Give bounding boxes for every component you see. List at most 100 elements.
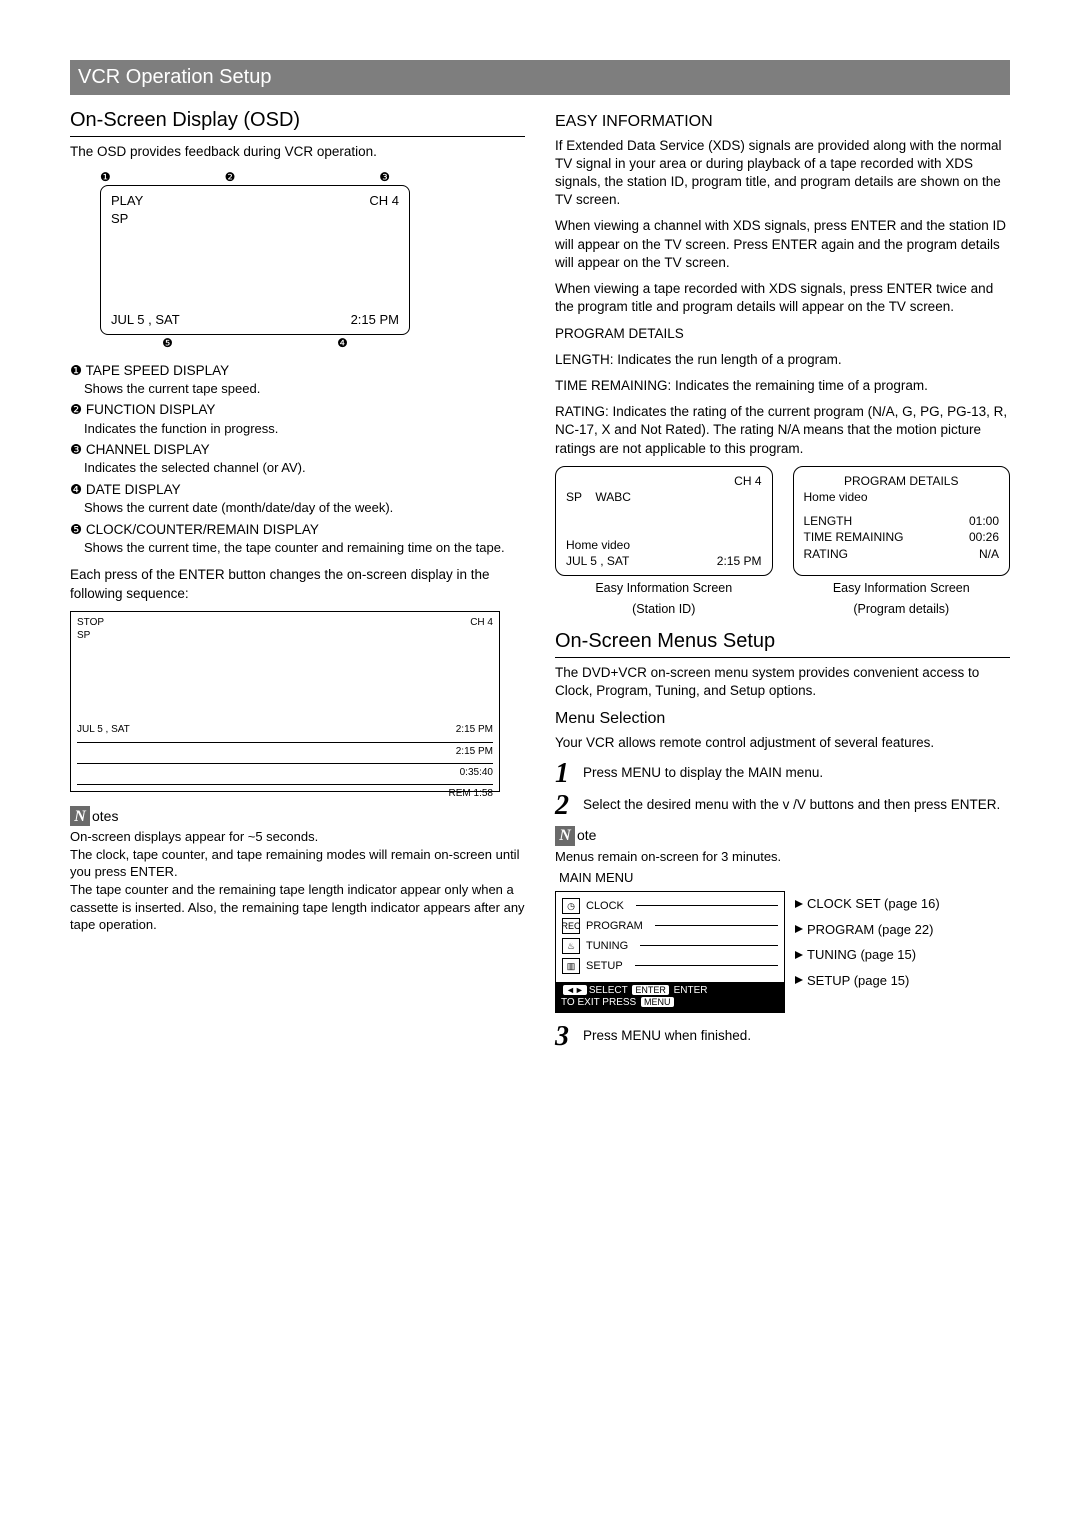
clock-icon: ◷ — [562, 898, 580, 914]
seq-rem: REM 1:58 — [449, 787, 493, 801]
step-3-text: Press MENU when finished. — [583, 1023, 751, 1051]
note-body: Menus remain on-screen for 3 minutes. — [555, 848, 1010, 866]
menu-item-label: PROGRAM — [586, 919, 643, 934]
menu-footer: ◄►SELECT ENTER ENTER TO EXIT PRESS MENU — [556, 982, 784, 1012]
notes-heading: N otes — [70, 806, 525, 826]
arrow-icon — [795, 976, 803, 984]
step-1-text: Press MENU to display the MAIN menu. — [583, 760, 823, 788]
program-details-head: PROGRAM DETAILS — [555, 325, 1010, 343]
osd-figure: ❶ ❷ ❸ PLAY CH 4 SP JUL 5 , SAT 2:15 PM ❺… — [100, 169, 525, 351]
step-2-text: Select the desired menu with the v /V bu… — [583, 792, 1000, 820]
def-body: Shows the current tape speed. — [84, 380, 525, 398]
menu-ref-label: PROGRAM (page 22) — [807, 921, 933, 939]
sequence-intro: Each press of the ENTER button changes t… — [70, 566, 525, 602]
nav-arrows-icon: ◄► — [563, 985, 587, 995]
sequence-figure: STOP SP CH 4 JUL 5 , SAT 2:15 PM 2:15 PM… — [70, 611, 500, 793]
right-column: EASY INFORMATION If Extended Data Servic… — [555, 107, 1010, 1055]
info1-ch: CH 4 — [734, 473, 761, 489]
info2-caption1: Easy Information Screen — [793, 580, 1011, 597]
seq-ch: CH 4 — [470, 616, 493, 643]
def-num: ❹ — [70, 482, 82, 497]
def-head: CLOCK/COUNTER/REMAIN DISPLAY — [86, 522, 319, 537]
main-menu-figure: ◷CLOCK REC PROGRAM ♨ TUNING ▥SETUP ◄►SELEC… — [555, 891, 1010, 1013]
info1-title: Home video — [566, 537, 762, 553]
footer-exit: TO EXIT PRESS — [561, 997, 636, 1008]
menu-selection-intro: Your VCR allows remote control adjustmen… — [555, 734, 1010, 752]
def-body: Indicates the function in progress. — [84, 420, 525, 438]
main-menu-box: ◷CLOCK REC PROGRAM ♨ TUNING ▥SETUP ◄►SELEC… — [555, 891, 785, 1013]
info1-caption2: (Station ID) — [555, 601, 773, 618]
menu-item-label: TUNING — [586, 939, 628, 954]
def-head: CHANNEL DISPLAY — [86, 442, 210, 457]
info1-caption1: Easy Information Screen — [555, 580, 773, 597]
menu-item-tuning: ♨ TUNING — [562, 938, 778, 954]
notes-body: On-screen displays appear for ~5 seconds… — [70, 828, 525, 933]
menu-selection-title: Menu Selection — [555, 708, 1010, 730]
info2-head: PROGRAM DETAILS — [804, 473, 1000, 489]
pd-length: LENGTH: Indicates the run length of a pr… — [555, 351, 1010, 369]
rec-icon: REC — [562, 918, 580, 934]
notes-n-icon: N — [70, 806, 90, 826]
info2-length-v: 01:00 — [969, 513, 999, 529]
osd-sp: SP — [111, 210, 399, 228]
def-num: ❸ — [70, 442, 82, 457]
info1-station: WABC — [595, 490, 631, 504]
left-column: On-Screen Display (OSD) The OSD provides… — [70, 107, 525, 1055]
def-num: ❺ — [70, 522, 82, 537]
osd-intro: The OSD provides feedback during VCR ope… — [70, 143, 525, 161]
callout-4: ❹ — [275, 335, 410, 351]
osd-play: PLAY — [111, 192, 143, 210]
menu-item-setup: ▥SETUP — [562, 958, 778, 974]
seq-date: JUL 5 , SAT — [77, 723, 130, 737]
seq-stop: STOP — [77, 616, 104, 630]
menu-ref-setup: SETUP (page 15) — [795, 972, 940, 990]
osd-box: PLAY CH 4 SP JUL 5 , SAT 2:15 PM — [100, 185, 410, 335]
menu-ref-program: PROGRAM (page 22) — [795, 921, 940, 939]
enter-pill: ENTER — [632, 985, 669, 995]
seq-time1: 2:15 PM — [456, 723, 493, 737]
note-n-icon: N — [555, 826, 575, 846]
seq-time2: 2:15 PM — [456, 745, 493, 759]
def-num: ❶ — [70, 363, 82, 378]
setup-icon: ▥ — [562, 958, 580, 974]
menu-ref-label: SETUP (page 15) — [807, 972, 909, 990]
menu-ref-tuning: TUNING (page 15) — [795, 946, 940, 964]
footer-select: SELECT — [589, 985, 628, 996]
info-screen-station: CH 4 SP WABC Home video JUL 5 , SAT 2:15… — [555, 466, 773, 576]
easy-p3: When viewing a tape recorded with XDS si… — [555, 280, 1010, 316]
info2-rating-v: N/A — [979, 546, 999, 562]
arrow-icon — [795, 925, 803, 933]
def-num: ❷ — [70, 402, 82, 417]
info-screen-details: PROGRAM DETAILS Home video LENGTH01:00 T… — [793, 466, 1011, 576]
easy-p1: If Extended Data Service (XDS) signals a… — [555, 137, 1010, 210]
osd-date: JUL 5 , SAT — [111, 311, 180, 329]
menu-item-clock: ◷CLOCK — [562, 898, 778, 914]
def-body: Indicates the selected channel (or AV). — [84, 459, 525, 477]
pd-time: TIME REMAINING: Indicates the remaining … — [555, 377, 1010, 395]
info1-time: 2:15 PM — [717, 553, 762, 569]
callout-3: ❸ — [283, 169, 390, 185]
note-label: ote — [577, 826, 596, 845]
step-2: 2Select the desired menu with the v /V b… — [555, 792, 1010, 820]
menu-ref-label: CLOCK SET (page 16) — [807, 895, 940, 913]
info2-time-k: TIME REMAINING — [804, 529, 904, 545]
menus-title: On-Screen Menus Setup — [555, 628, 1010, 658]
menu-item-program: REC PROGRAM — [562, 918, 778, 934]
callout-2: ❷ — [177, 169, 284, 185]
menu-ref-clock: CLOCK SET (page 16) — [795, 895, 940, 913]
def-body: Shows the current time, the tape counter… — [84, 539, 525, 557]
note-heading: N ote — [555, 826, 1010, 846]
callout-5: ❺ — [100, 335, 235, 351]
tuning-icon: ♨ — [562, 938, 580, 954]
info1-date: JUL 5 , SAT — [566, 553, 629, 569]
def-head: DATE DISPLAY — [86, 482, 181, 497]
arrow-icon — [795, 951, 803, 959]
info2-length-k: LENGTH — [804, 513, 853, 529]
step-3: 3Press MENU when finished. — [555, 1023, 1010, 1051]
def-head: FUNCTION DISPLAY — [86, 402, 216, 417]
pd-rating: RATING: Indicates the rating of the curr… — [555, 403, 1010, 458]
info2-caption2: (Program details) — [793, 601, 1011, 618]
osd-title: On-Screen Display (OSD) — [70, 107, 525, 137]
main-menu-label: MAIN MENU — [559, 869, 1010, 887]
easy-p2: When viewing a channel with XDS signals,… — [555, 217, 1010, 272]
